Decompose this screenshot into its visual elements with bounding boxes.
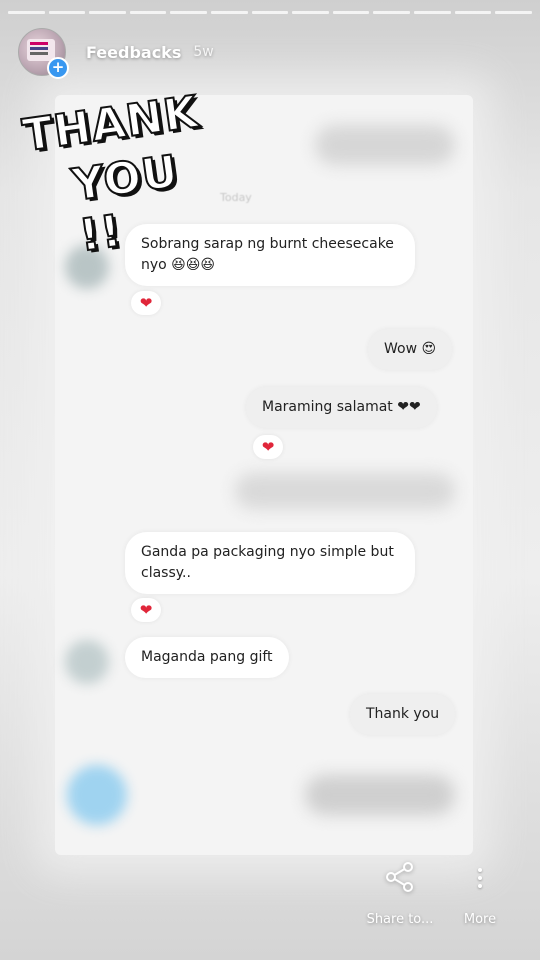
message-text: Wow 😍 — [384, 341, 437, 357]
message-incoming: Ganda pa packaging nyo simple but classy… — [125, 532, 415, 594]
heart-reaction: ❤ — [131, 291, 161, 315]
message-incoming: Sobrang sarap ng burnt cheesecake nyo 😆😆… — [125, 224, 415, 286]
heart-icon: ❤ — [139, 600, 153, 619]
progress-segment — [48, 11, 86, 14]
blurred-input-area — [305, 775, 455, 815]
more-button[interactable]: More — [455, 860, 505, 927]
share-label: Share to... — [366, 912, 434, 927]
heart-icon: ❤ — [261, 437, 275, 456]
message-outgoing: Thank you — [350, 694, 456, 735]
message-incoming: Maganda pang gift — [125, 637, 289, 678]
progress-segment — [373, 11, 411, 14]
message-outgoing: Wow 😍 — [368, 329, 453, 370]
profile-avatar[interactable]: + — [18, 28, 69, 79]
progress-segment — [89, 11, 126, 14]
heart-reaction: ❤ — [253, 435, 283, 459]
blurred-header-area — [315, 125, 455, 165]
progress-segment — [211, 11, 248, 14]
progress-segment — [454, 11, 492, 14]
story-time: 5w — [193, 44, 214, 60]
message-text: Maraming salamat ❤❤ — [262, 399, 421, 415]
more-dots-icon — [455, 860, 505, 898]
heart-icon: ❤ — [139, 293, 153, 312]
blurred-avatar — [65, 640, 109, 684]
story-progress-bar — [8, 11, 532, 14]
blurred-message — [235, 473, 455, 509]
share-icon — [386, 862, 413, 892]
share-button[interactable]: Share to... — [365, 860, 435, 927]
message-outgoing: Maraming salamat ❤❤ — [246, 387, 437, 428]
message-text: Maganda pang gift — [141, 649, 273, 665]
progress-segment — [129, 11, 167, 14]
message-text: Ganda pa packaging nyo simple but classy… — [141, 544, 394, 581]
progress-segment — [8, 11, 45, 14]
progress-segment — [414, 11, 451, 14]
message-text: Sobrang sarap ng burnt cheesecake nyo 😆😆… — [141, 236, 394, 273]
progress-segment — [292, 11, 329, 14]
blurred-blue-icon — [67, 765, 127, 825]
progress-segment — [170, 11, 208, 14]
message-text: Thank you — [366, 706, 440, 722]
thank-you-sticker[interactable]: THANK YOU !! — [19, 86, 216, 263]
story-header: + Feedbacks 5w — [18, 28, 214, 79]
heart-reaction: ❤ — [131, 598, 161, 622]
add-story-icon[interactable]: + — [47, 57, 69, 79]
progress-segment — [251, 11, 289, 14]
more-label: More — [463, 912, 497, 927]
avatar-thumbnail — [27, 39, 55, 61]
story-username[interactable]: Feedbacks — [86, 43, 181, 62]
date-divider: Today — [220, 191, 252, 204]
progress-segment — [332, 11, 370, 14]
progress-segment — [495, 11, 532, 14]
